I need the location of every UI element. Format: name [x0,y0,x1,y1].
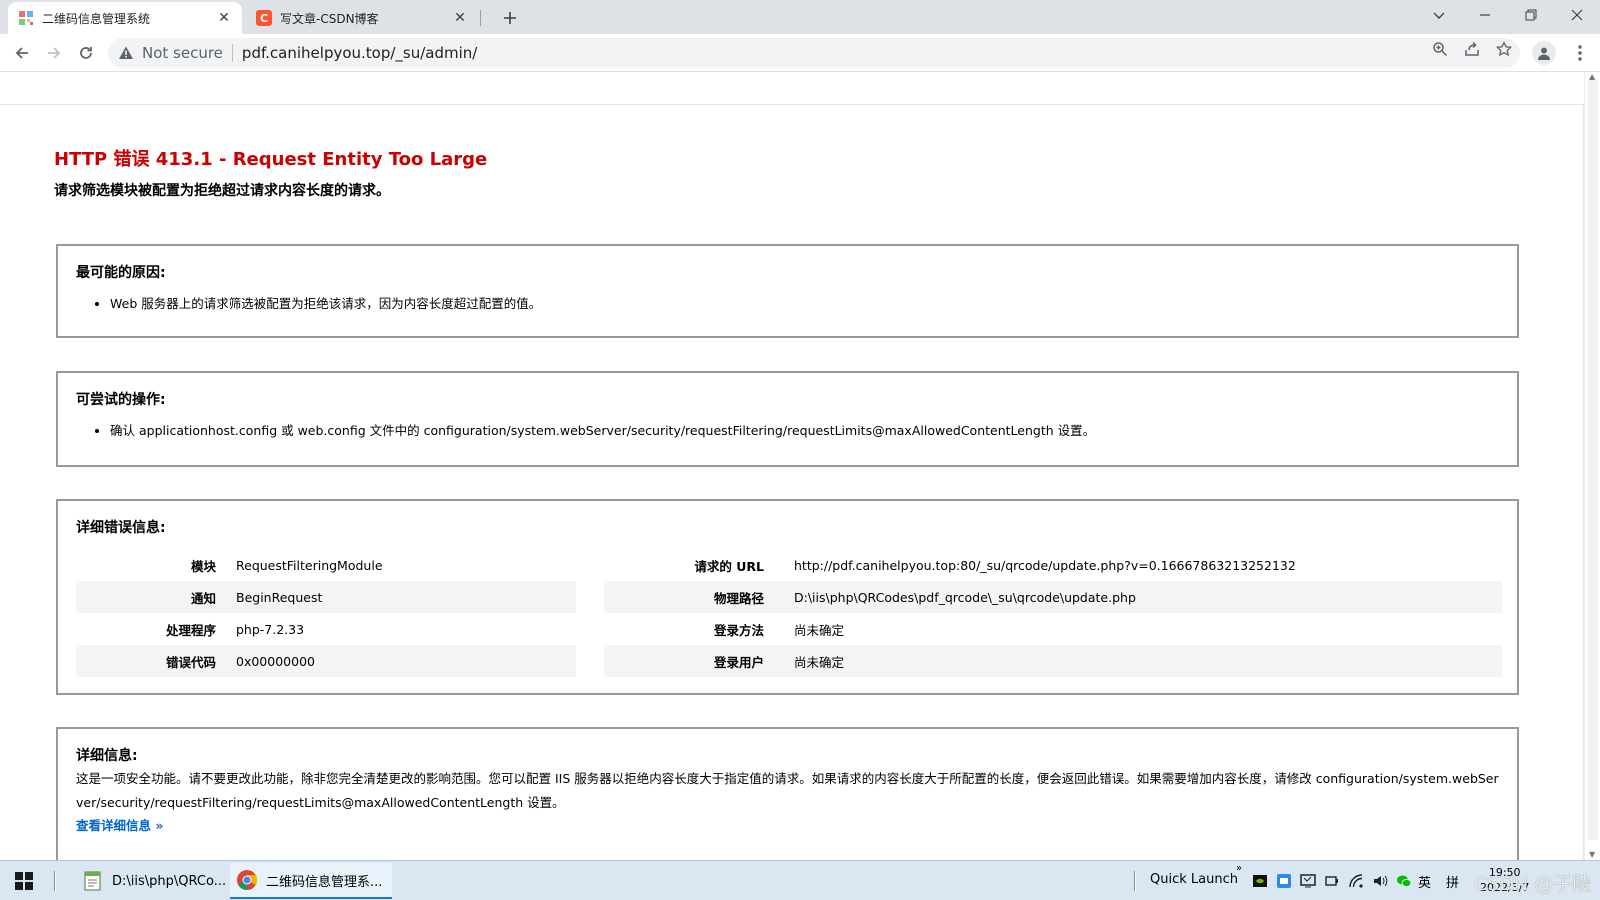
restore-window-icon[interactable] [1508,0,1554,30]
detail-row-error-code: 错误代码 0x00000000 [76,645,576,677]
tab-close-icon[interactable]: ✕ [452,10,468,26]
back-arrow-icon[interactable] [8,39,36,67]
chrome-app-icon [236,869,258,891]
tab-title: 写文章-CSDN博客 [280,11,379,26]
cause-box: 最可能的原因: Web 服务器上的请求筛选被配置为拒绝该请求，因为内容长度超过配… [56,244,1519,338]
not-secure-warning-icon[interactable] [118,45,134,61]
detail-row-handler: 处理程序 php-7.2.33 [76,613,576,645]
detail-value: http://pdf.canihelpyou.top:80/_su/qrcode… [794,557,1296,573]
qr-favicon-icon [18,10,34,26]
address-divider [231,44,233,62]
detail-label: 登录方法 [713,622,764,638]
error-details-heading: 详细错误信息: [76,520,166,536]
page-scrollbar[interactable]: ▲ ▼ [1584,72,1600,860]
tab-close-icon[interactable]: ✕ [216,10,232,26]
detail-label: 登录用户 [713,654,764,670]
share-icon[interactable] [1464,41,1480,57]
tab-qrcode-system[interactable]: 二维码信息管理系统 ✕ [8,2,242,34]
close-window-icon[interactable] [1554,0,1600,30]
page-viewport: HTTP 错误 413.1 - Request Entity Too Large… [0,72,1584,860]
tab-separator [480,10,481,26]
security-label: Not secure [142,44,223,62]
zoom-icon[interactable] [1432,41,1448,57]
ime-language-indicator[interactable]: 英 [1418,872,1431,891]
taskbar-item-notepad[interactable]: D:\iis\php\QRCo... [76,863,226,899]
kebab-menu-icon[interactable] [1570,43,1590,63]
error-subtitle: 请求筛选模块被配置为拒绝超过请求内容长度的请求。 [54,183,390,199]
quick-launch-label[interactable]: Quick Launch [1150,872,1238,887]
detail-row-request-url: 请求的 URL http://pdf.canihelpyou.top:80/_s… [604,549,1502,581]
scroll-down-icon[interactable]: ▼ [1589,850,1597,859]
detail-value: BeginRequest [236,589,323,605]
detail-value: RequestFilteringModule [236,557,383,573]
nvidia-tray-icon[interactable] [1252,873,1268,889]
speaker-icon[interactable] [1372,873,1388,889]
detail-row-notification: 通知 BeginRequest [76,581,576,613]
screen-tray-icon[interactable] [1300,873,1316,889]
svg-text:C: C [260,12,268,25]
taskbar-item-chrome[interactable]: 二维码信息管理系... [230,863,392,899]
tool-tray-icon[interactable] [1276,873,1292,889]
detail-label: 处理程序 [165,622,216,638]
scrollbar-thumb[interactable] [1588,80,1598,840]
scroll-up-icon[interactable]: ▲ [1589,72,1597,81]
cause-heading: 最可能的原因: [76,265,166,281]
ime-mode-indicator[interactable]: 拼 [1446,872,1459,891]
more-info-heading: 详细信息: [76,748,138,764]
taskbar-item-label: D:\iis\php\QRCo... [112,873,227,889]
minimize-icon[interactable] [1462,0,1508,30]
notepad-app-icon [82,870,104,892]
csdn-favicon-icon: C [256,10,272,26]
actions-list: 确认 applicationhost.config 或 web.config 文… [110,421,1095,441]
detail-label: 错误代码 [165,654,216,670]
error-title: HTTP 错误 413.1 - Request Entity Too Large [54,149,488,170]
tab-csdn-write[interactable]: C 写文章-CSDN博客 ✕ [246,2,478,34]
detail-row-logon-method: 登录方法 尚未确定 [604,613,1502,645]
detail-value: D:\iis\php\QRCodes\pdf_qrcode\_su\qrcode… [794,589,1136,605]
bookmark-star-icon[interactable] [1496,41,1512,57]
more-info-box: 详细信息: 这是一项安全功能。请不要更改此功能，除非您完全清楚更改的影响范围。您… [56,727,1519,860]
detail-value: php-7.2.33 [236,621,305,637]
browser-toolbar: Not secure pdf.canihelpyou.top/_su/admin… [0,34,1600,72]
profile-avatar-icon[interactable] [1532,41,1556,65]
url-text[interactable]: pdf.canihelpyou.top/_su/admin/ [242,44,477,62]
detail-row-module: 模块 RequestFilteringModule [76,549,576,581]
detail-value: 尚未确定 [794,622,845,638]
detail-label: 通知 [190,590,216,606]
detail-row-physical-path: 物理路径 D:\iis\php\QRCodes\pdf_qrcode\_su\q… [604,581,1502,613]
windows-taskbar: D:\iis\php\QRCo... 二维码信息管理系... Quick Lau… [0,860,1600,900]
view-more-link[interactable]: 查看详细信息 » [76,818,163,833]
detail-value: 0x00000000 [236,653,315,669]
taskbar-separator [54,871,56,891]
tab-title: 二维码信息管理系统 [42,11,151,26]
actions-box: 可尝试的操作: 确认 applicationhost.config 或 web.… [56,371,1519,467]
cause-item: Web 服务器上的请求筛选被配置为拒绝该请求，因为内容长度超过配置的值。 [110,294,541,314]
browser-tab-strip: 二维码信息管理系统 ✕ C 写文章-CSDN博客 ✕ [0,0,1600,34]
cause-list: Web 服务器上的请求筛选被配置为拒绝该请求，因为内容长度超过配置的值。 [110,294,541,314]
taskbar-item-label: 二维码信息管理系... [266,874,383,890]
detail-label: 物理路径 [713,590,764,606]
error-details-box: 详细错误信息: 模块 RequestFilteringModule 通知 Beg… [56,499,1519,695]
forward-arrow-icon[interactable] [40,39,68,67]
device-tray-icon[interactable] [1324,873,1340,889]
quick-launch-expand-icon[interactable]: » [1236,863,1242,874]
address-bar[interactable]: Not secure pdf.canihelpyou.top/_su/admin… [108,38,1520,68]
action-item: 确认 applicationhost.config 或 web.config 文… [110,421,1095,441]
wechat-tray-icon[interactable] [1396,873,1412,889]
windows-start-icon[interactable] [14,871,34,891]
network-icon[interactable] [1348,873,1364,889]
detail-row-logon-user: 登录用户 尚未确定 [604,645,1502,677]
detail-label: 模块 [190,558,216,574]
tab-search-chevron-down-icon[interactable] [1416,0,1462,30]
csdn-watermark: CSDN @子陵 [1474,873,1592,895]
taskbar-separator [1134,871,1136,891]
actions-heading: 可尝试的操作: [76,392,166,408]
detail-label: 请求的 URL [694,558,764,574]
more-info-text: 这是一项安全功能。请不要更改此功能，除非您完全清楚更改的影响范围。您可以配置 I… [76,771,1499,810]
reload-icon[interactable] [72,39,100,67]
new-tab-icon[interactable] [498,6,522,30]
detail-value: 尚未确定 [794,654,845,670]
